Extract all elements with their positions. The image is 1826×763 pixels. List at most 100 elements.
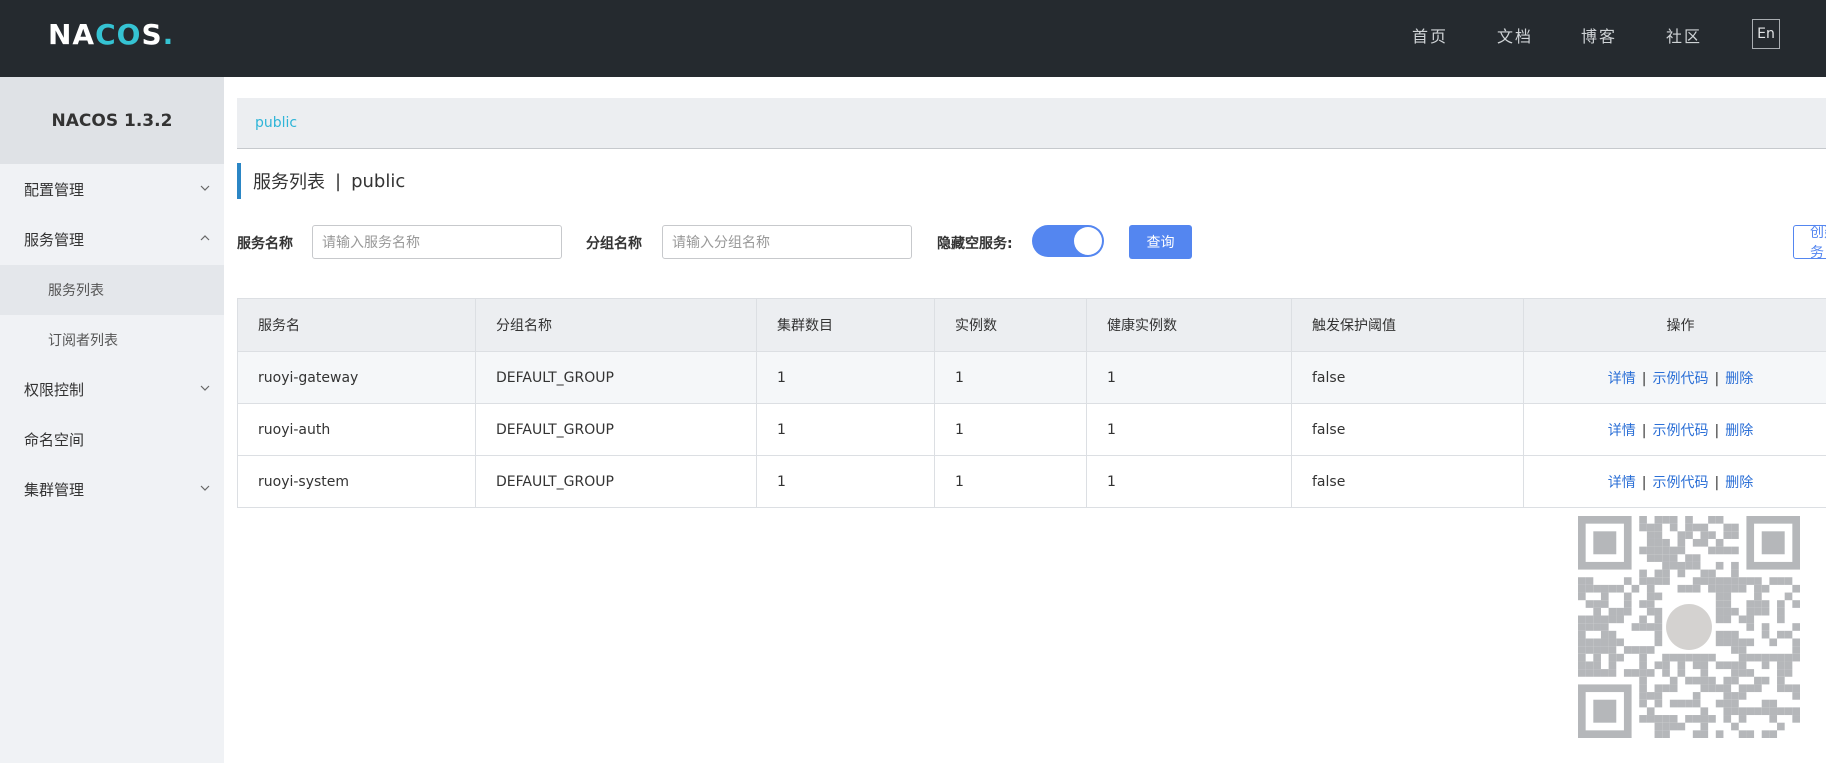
qr-module bbox=[1746, 623, 1755, 631]
qr-module bbox=[1692, 523, 1701, 532]
service-name-input[interactable]: 请输入服务名称 bbox=[312, 225, 562, 259]
qr-module bbox=[1708, 531, 1716, 539]
sample-code-link[interactable]: 示例代码 bbox=[1653, 475, 1709, 491]
qr-module bbox=[1731, 661, 1739, 670]
query-button[interactable]: 查询 bbox=[1129, 225, 1192, 259]
qr-module bbox=[1754, 676, 1762, 685]
create-service-button[interactable]: 创建服务 bbox=[1793, 225, 1826, 261]
qr-module bbox=[1669, 653, 1678, 662]
qr-module bbox=[1708, 684, 1716, 693]
qr-module bbox=[1677, 561, 1686, 570]
qr-module bbox=[1585, 661, 1594, 670]
qr-module bbox=[1715, 615, 1724, 624]
qr-module bbox=[1784, 661, 1793, 670]
qr-module bbox=[1715, 661, 1724, 670]
qr-module bbox=[1723, 715, 1732, 723]
nav-community[interactable]: 社区 bbox=[1666, 23, 1702, 47]
qr-module bbox=[1662, 722, 1670, 731]
qr-module bbox=[1654, 546, 1663, 555]
qr-module bbox=[1608, 646, 1617, 654]
qr-module bbox=[1600, 600, 1609, 608]
sidebar-item-namespace[interactable]: 命名空间 bbox=[0, 415, 224, 465]
qr-module bbox=[1754, 653, 1762, 662]
qr-module bbox=[1677, 546, 1686, 555]
delete-link[interactable]: 删除 bbox=[1725, 423, 1753, 439]
threshold-cell: false bbox=[1291, 403, 1524, 456]
qr-module bbox=[1769, 730, 1778, 738]
detail-link[interactable]: 详情 bbox=[1608, 371, 1636, 387]
qr-module bbox=[1623, 646, 1632, 654]
qr-module bbox=[1692, 561, 1701, 570]
qr-module bbox=[1593, 669, 1601, 677]
qr-module bbox=[1593, 661, 1601, 670]
qr-module bbox=[1708, 676, 1716, 685]
sidebar-item-service-list[interactable]: 服务列表 bbox=[0, 265, 224, 315]
qr-module bbox=[1669, 561, 1678, 570]
qr-module bbox=[1677, 653, 1686, 662]
top-header: NACOS. 首页 文档 博客 社区 En bbox=[0, 0, 1826, 77]
qr-module bbox=[1746, 615, 1755, 624]
qr-module bbox=[1685, 531, 1693, 539]
qr-module bbox=[1639, 646, 1647, 654]
nav-docs[interactable]: 文档 bbox=[1497, 23, 1533, 47]
qr-module bbox=[1777, 684, 1785, 693]
service-table: 服务名 分组名称 集群数目 实例数 健康实例数 触发保护阈值 操作 ruoyi-… bbox=[237, 298, 1826, 508]
sample-code-link[interactable]: 示例代码 bbox=[1653, 423, 1709, 439]
column-header: 集群数目 bbox=[756, 298, 935, 352]
qr-module bbox=[1777, 600, 1785, 608]
qr-module bbox=[1623, 592, 1632, 601]
qr-module bbox=[1662, 661, 1670, 670]
qr-module bbox=[1738, 646, 1747, 654]
title-separator: | bbox=[335, 170, 342, 192]
qr-module bbox=[1708, 653, 1716, 662]
sidebar-item-auth[interactable]: 权限控制 bbox=[0, 365, 224, 415]
qr-module bbox=[1639, 699, 1647, 708]
qr-module bbox=[1769, 707, 1778, 716]
cluster-count-cell: 1 bbox=[756, 351, 935, 404]
group-name-input[interactable]: 请输入分组名称 bbox=[662, 225, 912, 259]
qr-module bbox=[1715, 577, 1724, 585]
qr-module bbox=[1654, 715, 1663, 723]
detail-link[interactable]: 详情 bbox=[1608, 475, 1636, 491]
sidebar-item-config[interactable]: 配置管理 bbox=[0, 165, 224, 215]
nacos-logo[interactable]: NACOS. bbox=[48, 14, 174, 54]
action-separator: | bbox=[1641, 474, 1647, 491]
qr-module bbox=[1639, 715, 1647, 723]
qr-module bbox=[1692, 661, 1701, 670]
qr-module bbox=[1646, 715, 1655, 723]
qr-module bbox=[1669, 699, 1678, 708]
qr-module bbox=[1623, 607, 1632, 616]
qr-module bbox=[1639, 569, 1647, 578]
qr-module bbox=[1746, 653, 1755, 662]
sidebar-item-service[interactable]: 服务管理 bbox=[0, 215, 224, 265]
qr-module bbox=[1692, 692, 1701, 700]
namespace-link-public[interactable]: public bbox=[255, 115, 297, 131]
delete-link[interactable]: 删除 bbox=[1725, 475, 1753, 491]
cluster-count-cell: 1 bbox=[756, 403, 935, 456]
nav-home[interactable]: 首页 bbox=[1412, 23, 1448, 47]
qr-module bbox=[1754, 592, 1762, 601]
delete-link[interactable]: 删除 bbox=[1725, 371, 1753, 387]
sample-code-link[interactable]: 示例代码 bbox=[1653, 371, 1709, 387]
detail-link[interactable]: 详情 bbox=[1608, 423, 1636, 439]
qr-module bbox=[1715, 546, 1724, 555]
sidebar-item-cluster[interactable]: 集群管理 bbox=[0, 465, 224, 515]
qr-module bbox=[1723, 699, 1732, 708]
qr-module bbox=[1654, 531, 1663, 539]
qr-module bbox=[1578, 653, 1586, 662]
sidebar-item-label: 命名空间 bbox=[24, 431, 85, 449]
qr-module bbox=[1639, 615, 1647, 624]
qr-module bbox=[1631, 584, 1640, 593]
qr-module bbox=[1616, 615, 1624, 624]
nav-blog[interactable]: 博客 bbox=[1581, 23, 1617, 47]
column-header: 服务名 bbox=[237, 298, 476, 352]
language-switch-button[interactable]: En bbox=[1752, 19, 1780, 49]
hide-empty-toggle[interactable] bbox=[1032, 225, 1104, 257]
qr-module bbox=[1723, 523, 1732, 532]
qr-module bbox=[1792, 684, 1800, 693]
actions-cell: 详情 | 示例代码 | 删除 bbox=[1523, 351, 1826, 404]
qr-module bbox=[1708, 584, 1716, 593]
column-header: 触发保护阈值 bbox=[1291, 298, 1524, 352]
qr-module bbox=[1600, 592, 1609, 601]
sidebar-item-subscribers[interactable]: 订阅者列表 bbox=[0, 315, 224, 365]
